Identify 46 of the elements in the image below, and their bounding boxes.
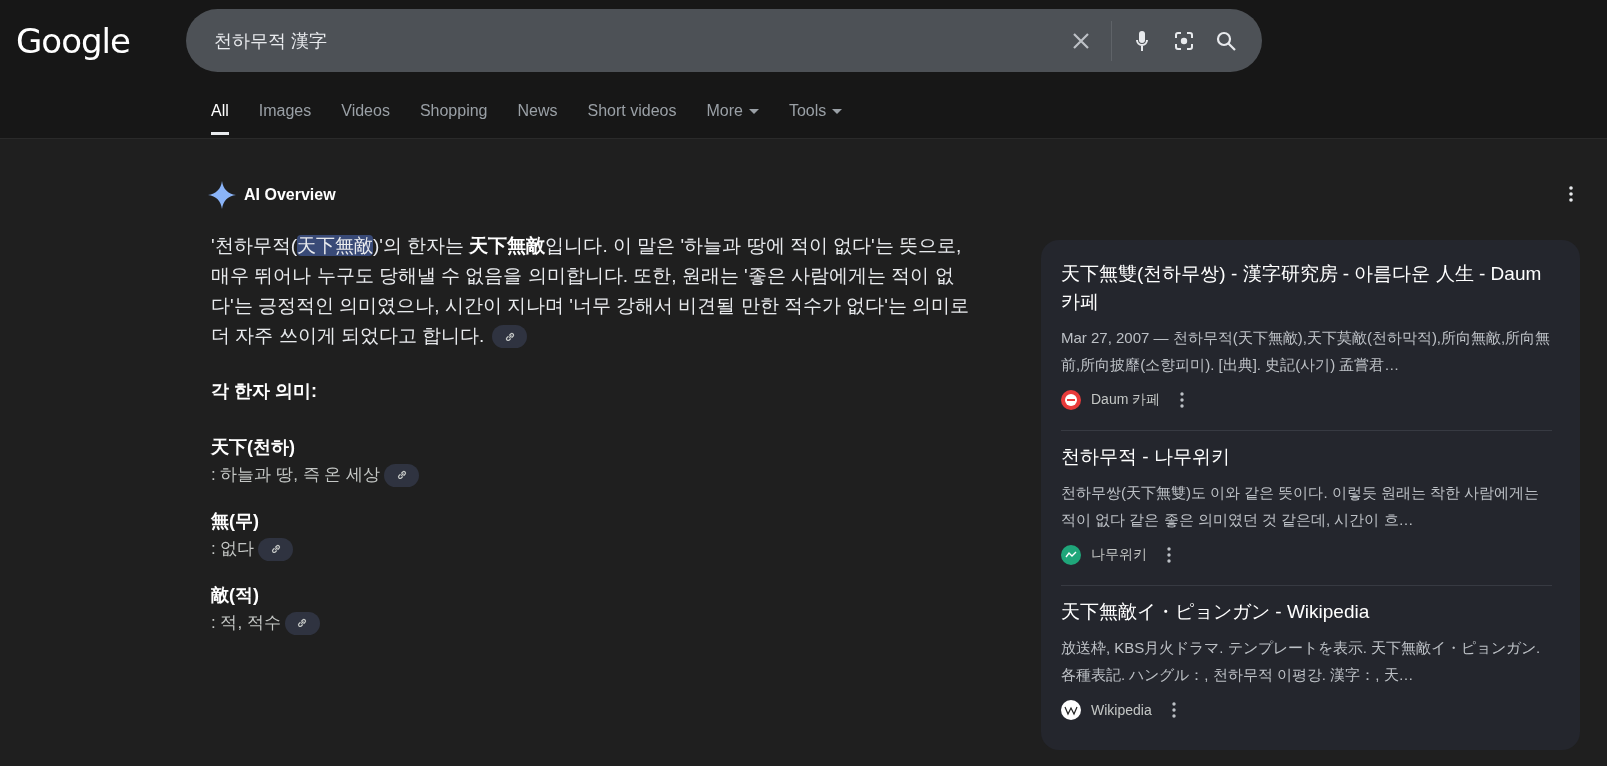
sparkle-icon <box>208 181 236 209</box>
site-favicon-icon <box>1061 700 1081 720</box>
search-tab[interactable]: News <box>517 92 558 135</box>
search-tab[interactable]: All <box>211 92 229 135</box>
link-icon <box>395 469 408 481</box>
site-name: Wikipedia <box>1091 702 1152 718</box>
ai-overview-title: AI Overview <box>244 186 336 204</box>
definition-text: : 적, 적수 <box>211 612 281 634</box>
site-favicon-icon <box>1061 390 1081 410</box>
source-snippet: Mar 27, 2007 — 천하무적(天下無敵),天下莫敵(천하막적),所向無敵,所向無前,所向披靡(소향피미). [出典]. 史記(사기) 孟嘗君… <box>1061 328 1552 375</box>
search-tab[interactable]: Tools <box>788 92 843 135</box>
site-name: 나무위키 <box>1091 546 1147 564</box>
definition-text: : 하늘과 땅, 즉 온 세상 <box>211 464 381 486</box>
more-options-icon[interactable] <box>1569 186 1573 202</box>
more-options-icon[interactable] <box>1180 392 1185 408</box>
search-tab[interactable]: Shopping <box>419 92 488 135</box>
search-tab[interactable]: More <box>706 92 759 135</box>
link-icon <box>296 617 309 629</box>
hanja-term: 天下(천하) <box>211 436 296 459</box>
link-icon <box>269 543 282 555</box>
source-snippet: 放送枠, KBS月火ドラマ. テンプレートを表示. 天下無敵イ・ピョンガン. 各種表記. ハングル：, 천하무적 이평강. 漢字：, 天… <box>1061 638 1542 685</box>
more-options-icon[interactable] <box>1171 702 1176 718</box>
more-options-icon[interactable] <box>1167 547 1171 563</box>
logo[interactable]: Google <box>16 20 186 61</box>
search-field[interactable]: 천하무적 漢字 <box>186 9 1262 72</box>
search-tab[interactable]: Images <box>258 92 312 135</box>
overview-paragraph: '천하무적(天下無敵)'의 한자는 天下無敵입니다. 이 말은 '하늘과 땅에 적이 없다'는 뜻으로, 매우 뛰어나 누구도 당해낼 수 없음을 의미합니다. 또한, 원래는 '좋은 사람에게는 적이 없다'는 긍정적인 의미였으나, 시간이 지나며 '너무 강해서 비견될 만한 적수가 없다'는 의미로 더 자주 쓰이게 되었다고 합니다. <box>211 231 976 351</box>
source-title-link[interactable]: 天下無敵イ・ピョンガン - Wikipedia <box>1061 598 1552 626</box>
link-button[interactable] <box>384 463 420 487</box>
link-button[interactable] <box>492 325 528 349</box>
source-title-link[interactable]: 天下無雙(천하무쌍) - 漢字研究房 - 아름다운 人生 - Daum 카페 <box>1061 260 1552 316</box>
definition-text: : 없다 <box>211 538 255 560</box>
meanings-heading: 각 한자 의미: <box>211 380 318 403</box>
site-name: Daum 카페 <box>1091 391 1161 409</box>
hanja-term: 敵(적) <box>211 584 260 607</box>
link-button[interactable] <box>258 537 294 561</box>
link-icon <box>503 331 516 343</box>
search-tab[interactable]: Videos <box>341 92 390 135</box>
search-input[interactable]: 천하무적 漢字 <box>212 29 1051 52</box>
selected-text: 天下無敵 <box>296 235 373 256</box>
link-button[interactable] <box>284 611 320 635</box>
source-snippet: 천하무쌍(天下無雙)도 이와 같은 뜻이다. 이렇듯 원래는 착한 사람에게는 적이 없다 같은 좋은 의미였던 것 같은데, 시간이 흐… <box>1061 483 1541 530</box>
source-title-link[interactable]: 천하무적 - 나무위키 <box>1061 443 1552 471</box>
hanja-term: 無(무) <box>211 510 260 533</box>
search-tab[interactable]: Short videos <box>587 92 677 135</box>
site-favicon-icon <box>1061 545 1081 565</box>
